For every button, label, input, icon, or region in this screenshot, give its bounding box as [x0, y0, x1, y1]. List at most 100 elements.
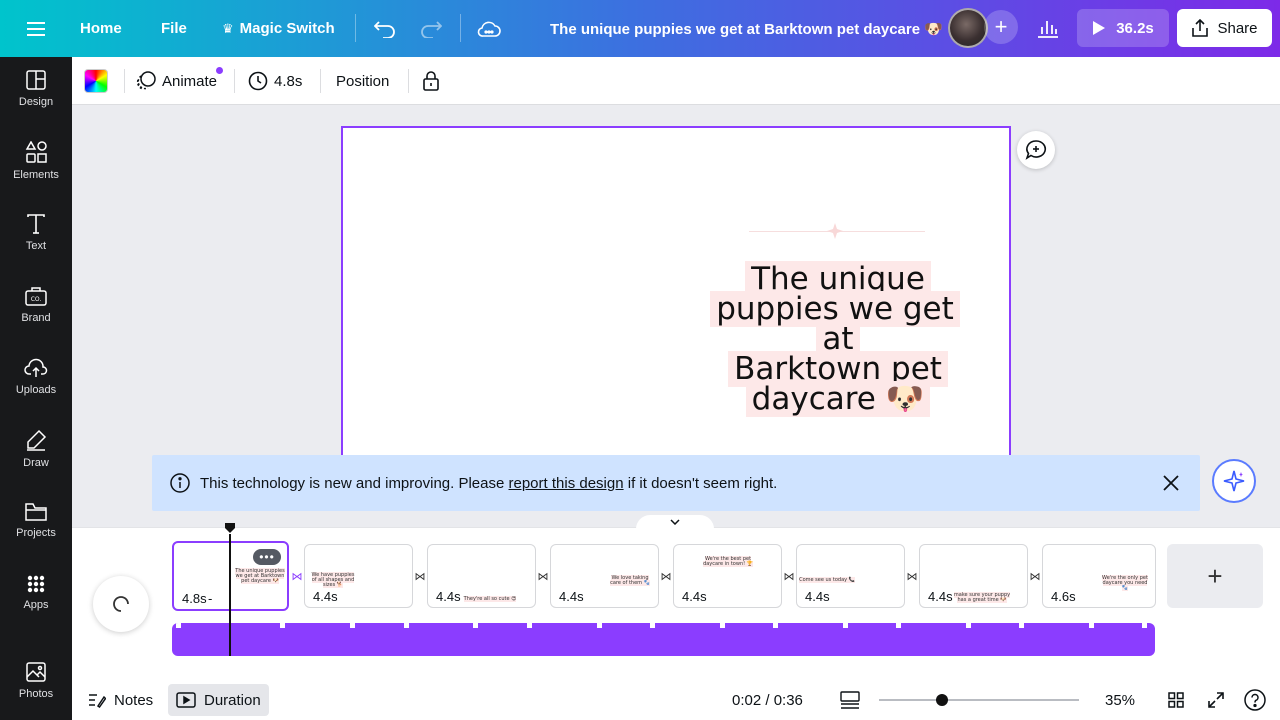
page-duration: 4.8s — [182, 591, 207, 606]
report-design-link[interactable]: report this design — [509, 475, 624, 492]
play-duration: 36.2s — [1116, 19, 1154, 37]
timeline-page-thumbnail[interactable]: make sure your puppy has a great time 🐶 … — [919, 544, 1028, 608]
transition-icon[interactable]: ⋈ — [290, 569, 304, 583]
sidebar-item-apps[interactable]: Apps — [0, 561, 72, 625]
sidebar-item-label: Elements — [13, 169, 59, 181]
undo-icon[interactable] — [372, 0, 398, 57]
timeline-page-thumbnail[interactable]: We're the best pet daycare in town! 🏆 4.… — [673, 544, 782, 608]
sidebar-item-uploads[interactable]: Uploads — [0, 345, 72, 409]
text-icon — [27, 214, 45, 234]
sidebar-item-photos[interactable]: Photos — [0, 649, 72, 713]
position-button[interactable]: Position — [336, 57, 389, 105]
color-swatch — [84, 69, 108, 93]
redo-icon[interactable] — [418, 0, 444, 57]
transition-icon[interactable]: ⋈ — [1028, 569, 1042, 583]
home-button[interactable]: Home — [80, 0, 122, 57]
present-play-button[interactable]: 36.2s — [1077, 9, 1169, 47]
sidebar-item-label: Draw — [23, 457, 49, 469]
timeline-page-thumbnail[interactable]: We have puppies of all shapes and sizes … — [304, 544, 413, 608]
lock-icon[interactable] — [422, 57, 440, 105]
transition-icon[interactable]: ⋈ — [659, 569, 673, 583]
zoom-level[interactable]: 35% — [1105, 680, 1135, 720]
help-icon[interactable] — [1244, 680, 1266, 720]
audio-beat-marker — [966, 623, 971, 628]
headline-text[interactable]: The unique puppies we get at Barktown pe… — [695, 261, 981, 417]
page-view-icon[interactable] — [840, 680, 860, 720]
menu-icon[interactable] — [22, 0, 50, 57]
timeline-page-thumbnail[interactable]: Come see us today 📞 4.4s — [796, 544, 905, 608]
info-notice: This technology is new and improving. Pl… — [152, 455, 1200, 511]
zoom-slider[interactable] — [879, 699, 1079, 701]
collapse-timeline-button[interactable] — [636, 515, 714, 529]
notice-prefix: This technology is new and improving. Pl… — [200, 474, 509, 492]
audio-beat-marker — [843, 623, 848, 628]
analytics-icon[interactable] — [1030, 10, 1066, 46]
audio-beat-marker — [350, 623, 355, 628]
duration-toggle-button[interactable]: Duration — [168, 684, 269, 716]
sidebar-item-projects[interactable]: Projects — [0, 489, 72, 553]
animate-icon — [136, 71, 156, 90]
spinner-icon — [113, 596, 129, 612]
page-duration: 4.4s — [805, 589, 830, 604]
file-menu[interactable]: File — [161, 0, 187, 57]
fullscreen-icon[interactable] — [1208, 680, 1224, 720]
sidebar-item-text[interactable]: Text — [0, 201, 72, 265]
add-page-button[interactable]: + — [1167, 544, 1263, 608]
canvas-page[interactable]: The unique puppies we get at Barktown pe… — [341, 126, 1011, 466]
close-notice-icon[interactable] — [1162, 474, 1180, 496]
zoom-slider-handle[interactable] — [936, 694, 948, 706]
magic-assistant-button[interactable] — [1212, 459, 1256, 503]
brand-icon: CO. — [25, 287, 47, 306]
color-picker[interactable] — [84, 57, 108, 105]
sidebar-item-brand[interactable]: CO. Brand — [0, 273, 72, 337]
design-title[interactable]: The unique puppies we get at Barktown pe… — [550, 0, 943, 57]
audio-beat-marker — [280, 623, 285, 628]
cloud-sync-icon[interactable] — [476, 0, 502, 57]
page-duration: 4.4s — [313, 589, 338, 604]
page-options-button[interactable]: ••• — [253, 549, 281, 565]
transition-icon[interactable]: ⋈ — [905, 569, 919, 583]
more-horizontal-icon: ••• — [259, 550, 275, 564]
magic-switch-button[interactable]: ♛ Magic Switch — [222, 0, 335, 57]
thumbnail-text: We have puppies of all shapes and sizes … — [311, 572, 355, 588]
audio-beat-marker — [1089, 623, 1094, 628]
comment-plus-icon — [1025, 140, 1047, 160]
user-avatar[interactable] — [948, 8, 988, 48]
add-collaborator-button[interactable]: + — [984, 10, 1018, 44]
sidebar-item-draw[interactable]: Draw — [0, 417, 72, 481]
timing-label: 4.8s — [274, 72, 303, 90]
sidebar-item-elements[interactable]: Elements — [0, 129, 72, 193]
timing-button[interactable]: 4.8s — [248, 57, 302, 105]
transition-icon[interactable]: ⋈ — [413, 569, 427, 583]
headline-line: daycare 🐶 — [745, 381, 931, 417]
thumbnail-text: We're the only pet daycare you need 🐾 — [1102, 575, 1148, 591]
thumbnail-text: They're all so cute 😍 — [463, 596, 517, 602]
transition-icon[interactable]: ⋈ — [536, 569, 550, 583]
audio-track[interactable] — [172, 623, 1155, 656]
timeline-page-thumbnail[interactable]: We love taking care of them 🐾 4.4s — [550, 544, 659, 608]
playhead[interactable] — [229, 534, 231, 656]
timeline-page-thumbnail[interactable]: They're all so cute 😍 4.4s — [427, 544, 536, 608]
animate-button[interactable]: Animate — [136, 57, 223, 105]
share-label: Share — [1217, 19, 1258, 37]
page-duration: 4.6s — [1051, 589, 1076, 604]
duration-label: Duration — [204, 691, 261, 709]
thumbnail-text: Come see us today 📞 — [799, 577, 855, 583]
animate-label: Animate — [162, 72, 218, 90]
grid-view-icon[interactable] — [1168, 680, 1184, 720]
transition-icon[interactable]: ⋈ — [782, 569, 796, 583]
audio-beat-marker — [176, 623, 181, 628]
sidebar-item-label: Text — [25, 240, 47, 252]
timeline-page-thumbnail[interactable]: We're the only pet daycare you need 🐾 4.… — [1042, 544, 1156, 608]
playhead-handle-icon[interactable] — [224, 522, 236, 534]
notes-button[interactable]: Notes — [88, 680, 153, 720]
share-button[interactable]: Share — [1177, 9, 1272, 47]
thumbnail-text: We love taking care of them 🐾 — [610, 575, 650, 586]
sidebar-item-design[interactable]: Design — [0, 57, 72, 121]
headline-line: puppies we get at — [710, 291, 960, 357]
magic-switch-label: Magic Switch — [239, 20, 335, 37]
page-duration: 4.4s — [682, 589, 707, 604]
thumbnail-text: We're the best pet daycare in town! 🏆 — [703, 556, 753, 567]
sparkle-icon — [1223, 470, 1245, 492]
add-comment-button[interactable] — [1017, 131, 1055, 169]
